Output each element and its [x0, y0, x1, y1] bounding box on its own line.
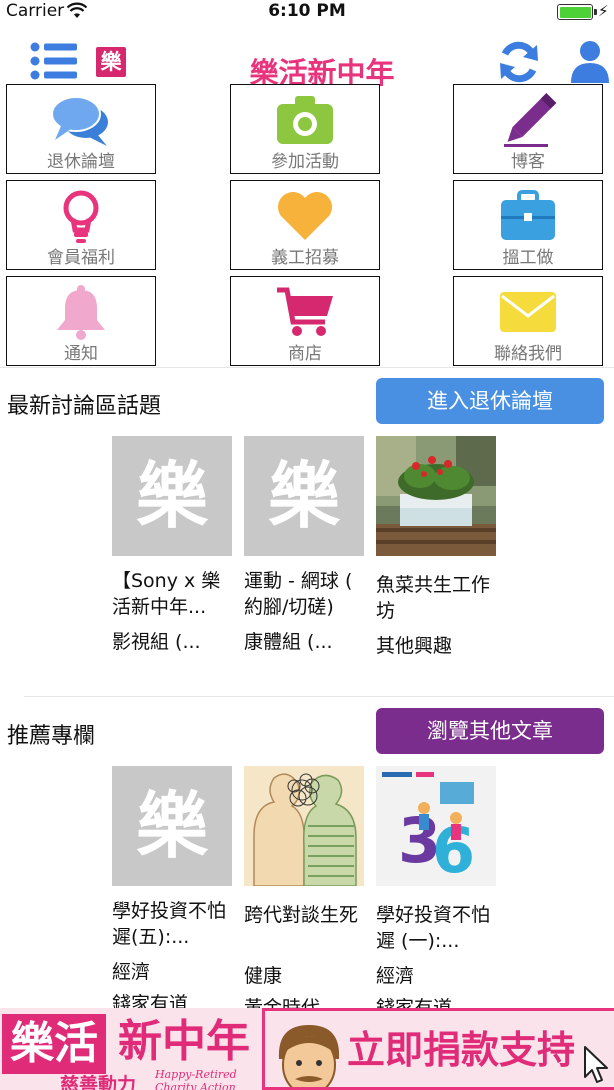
card-category: 影視組 (... — [112, 631, 201, 653]
tile-find-jobs[interactable]: 搵工做 — [453, 180, 603, 270]
status-bar: Carrier 6:10 PM ⚡ — [0, 0, 614, 26]
lightbulb-icon — [63, 190, 99, 243]
divider — [24, 696, 614, 697]
battery-icon — [557, 4, 593, 20]
forum-section-title: 最新討論區話題 — [7, 394, 162, 419]
list-icon[interactable] — [30, 42, 78, 80]
user-icon[interactable] — [570, 40, 610, 84]
clock: 6:10 PM — [268, 1, 346, 21]
tile-volunteer-recruitment[interactable]: 義工招募 — [230, 180, 380, 270]
tile-contact-us[interactable]: 聯絡我們 — [453, 276, 603, 366]
tile-label: 退休論壇 — [47, 152, 115, 172]
charging-icon: ⚡ — [598, 2, 609, 20]
browse-articles-button[interactable]: 瀏覽其他文章 — [376, 708, 604, 754]
card-title: 學好投資不怕遲(五):... — [112, 900, 227, 948]
tile-shop[interactable]: 商店 — [230, 276, 380, 366]
tile-retirement-forum[interactable]: 退休論壇 — [6, 84, 156, 174]
tile-join-activities[interactable]: 參加活動 — [230, 84, 380, 174]
card-title: 學好投資不怕遲 (一):... — [376, 904, 491, 952]
card-category: 經濟 — [112, 961, 151, 983]
card-title: 魚菜共生工作坊 — [376, 574, 491, 622]
refresh-icon[interactable] — [498, 41, 540, 83]
tile-member-benefits[interactable]: 會員福利 — [6, 180, 156, 270]
article-card[interactable]: 跨代對談生死 健康 黃金時代... — [244, 766, 364, 1020]
tile-label: 聯絡我們 — [494, 344, 562, 364]
heart-icon — [278, 192, 332, 240]
card-category: 其他興趣 — [376, 635, 453, 657]
envelope-icon — [500, 292, 556, 332]
tile-notifications[interactable]: 通知 — [6, 276, 156, 366]
card-category: 康體組 (... — [244, 631, 333, 653]
logo-main-text: 樂活 — [2, 1014, 106, 1074]
tile-label: 會員福利 — [47, 248, 115, 268]
tile-label: 參加活動 — [271, 152, 339, 172]
infographic-thumbnail: 3 6 — [376, 766, 496, 887]
card-title: 運動 - 網球 ( 約腳/切磋) — [244, 570, 353, 618]
divider — [0, 367, 614, 368]
shopping-cart-icon — [277, 287, 333, 336]
bell-icon — [57, 285, 105, 340]
charity-logo: 樂活 新中年 慈善動力 Happy-Retired Charity Action — [0, 1008, 262, 1090]
briefcase-icon — [501, 190, 555, 240]
article-card[interactable]: 樂 學好投資不怕遲(五):... 經濟 錢家有道 — [112, 766, 232, 1016]
nav-bar: 樂 樂活新中年 — [12, 26, 614, 90]
card-category: 經濟 — [376, 965, 415, 987]
logo-sub-text: 新中年 — [118, 1016, 250, 1067]
forum-topic-card[interactable]: 樂 運動 - 網球 ( 約腳/切磋) 康體組 (... — [244, 436, 364, 654]
thumbnail-placeholder: 樂 — [112, 436, 232, 556]
card-category: 健康 — [244, 965, 283, 987]
tile-label: 商店 — [288, 344, 322, 364]
thumbnail-placeholder: 樂 — [112, 766, 232, 886]
app-logo: 樂 — [96, 47, 126, 77]
pencil-icon — [504, 93, 557, 147]
tile-label: 義工招募 — [271, 248, 339, 268]
donation-banner[interactable]: 樂活 新中年 慈善動力 Happy-Retired Charity Action… — [0, 1008, 614, 1090]
article-card[interactable]: 3 6 學好投資不怕遲 (一):... 經濟 錢家有道 — [376, 766, 496, 1020]
donate-now-button[interactable]: 立即捐款支持 — [262, 1008, 614, 1090]
donate-label: 立即捐款支持 — [347, 1028, 576, 1072]
column-section-title: 推薦專欄 — [7, 724, 96, 749]
tile-blog[interactable]: 博客 — [453, 84, 603, 174]
tile-label: 博客 — [511, 152, 545, 172]
logo-tagline: 慈善動力 — [60, 1074, 137, 1090]
chat-bubbles-icon — [51, 96, 108, 146]
illustration-thumbnail — [244, 766, 364, 887]
plant-photo-thumbnail — [376, 436, 496, 556]
logo-tagline-en: Happy-Retired Charity Action — [155, 1068, 237, 1090]
elderly-man-icon — [278, 1025, 340, 1087]
pointer-cursor-icon — [584, 1046, 608, 1083]
camera-icon — [277, 96, 333, 144]
card-title: 【Sony x 樂活新中年... — [112, 570, 221, 618]
forum-topic-card[interactable]: 魚菜共生工作坊 其他興趣 — [376, 436, 496, 658]
tile-label: 搵工做 — [502, 248, 554, 268]
thumbnail-placeholder: 樂 — [244, 436, 364, 556]
tile-label: 通知 — [64, 344, 98, 364]
card-title: 跨代對談生死 — [244, 904, 359, 926]
enter-forum-button[interactable]: 進入退休論壇 — [376, 378, 604, 424]
forum-topic-card[interactable]: 樂 【Sony x 樂活新中年... 影視組 (... — [112, 436, 232, 654]
